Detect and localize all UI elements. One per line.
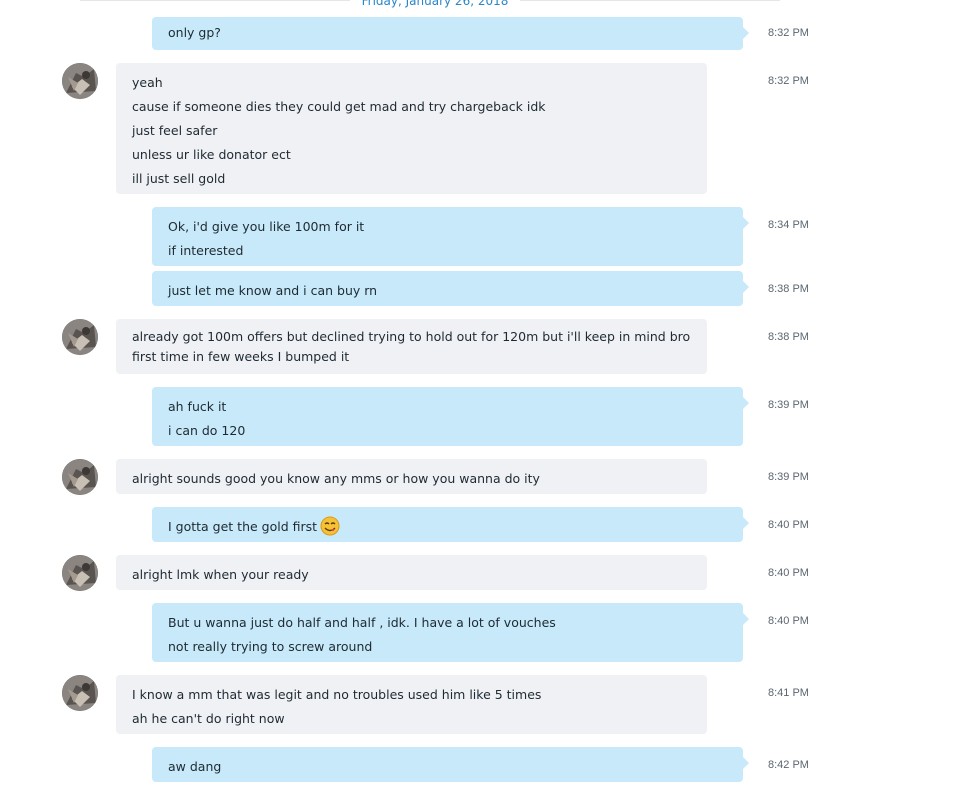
message-timestamp: 8:40 PM (768, 519, 809, 531)
outgoing-message-bubble[interactable]: just let me know and i can buy rn (152, 271, 749, 306)
avatar-image (62, 459, 98, 495)
message-text: just feel safer (132, 123, 218, 138)
message-timestamp: 8:39 PM (768, 471, 809, 483)
message-text: unless ur like donator ect (132, 147, 291, 162)
avatar[interactable] (62, 319, 98, 355)
outgoing-message-bubble[interactable]: aw dang (152, 747, 749, 782)
message-text: Ok, i'd give you like 100m for it (168, 219, 365, 234)
message-text: if interested (168, 243, 244, 258)
outgoing-message-bubble[interactable]: I gotta get the gold first (152, 507, 749, 542)
message-text: just let me know and i can buy rn (168, 283, 378, 298)
avatar[interactable] (62, 555, 98, 591)
avatar-image (62, 675, 98, 711)
message-text: yeah (132, 75, 163, 90)
message-timestamp: 8:40 PM (768, 567, 809, 579)
message-text: But u wanna just do half and half , idk.… (168, 615, 556, 630)
message-text: first time in few weeks I bumped it (132, 349, 350, 364)
avatar[interactable] (62, 459, 98, 495)
message-timestamp: 8:40 PM (768, 615, 809, 627)
message-text: not really trying to screw around (168, 639, 373, 654)
incoming-message-bubble[interactable]: yeah cause if someone dies they could ge… (116, 63, 707, 194)
message-timestamp: 8:41 PM (768, 687, 809, 699)
date-header-label: Friday, January 26, 2018 (361, 0, 509, 8)
avatar-image (62, 63, 98, 99)
outgoing-message-bubble[interactable]: ah fuck it i can do 120 (152, 387, 749, 446)
yum-face-emoji-icon (320, 516, 340, 536)
message-timestamp: 8:32 PM (768, 27, 809, 39)
message-text: aw dang (168, 759, 222, 774)
message-text: ah he can't do right now (132, 711, 285, 726)
message-timestamp: 8:38 PM (768, 283, 809, 295)
message-timestamp: 8:34 PM (768, 219, 809, 231)
incoming-message-bubble[interactable]: I know a mm that was legit and no troubl… (116, 675, 707, 734)
message-timestamp: 8:38 PM (768, 331, 809, 343)
message-text: ah fuck it (168, 399, 227, 414)
avatar[interactable] (62, 63, 98, 99)
message-text: only gp? (168, 25, 221, 40)
avatar-image (62, 319, 98, 355)
message-text: alright lmk when your ready (132, 567, 309, 582)
message-timestamp: 8:42 PM (768, 759, 809, 771)
avatar[interactable] (62, 675, 98, 711)
date-header: Friday, January 26, 2018 (0, 0, 870, 8)
message-text: I gotta get the gold first (168, 519, 318, 534)
message-timestamp: 8:39 PM (768, 399, 809, 411)
incoming-message-bubble[interactable]: already got 100m offers but declined try… (116, 319, 707, 374)
avatar-image (62, 555, 98, 591)
message-text: I know a mm that was legit and no troubl… (132, 687, 542, 702)
message-text: i can do 120 (168, 423, 246, 438)
incoming-message-bubble[interactable]: alright sounds good you know any mms or … (116, 459, 707, 494)
message-text: already got 100m offers but declined try… (132, 329, 691, 344)
outgoing-message-bubble[interactable]: Ok, i'd give you like 100m for it if int… (152, 207, 749, 266)
incoming-message-bubble[interactable]: alright lmk when your ready (116, 555, 707, 590)
message-text: ill just sell gold (132, 171, 226, 186)
outgoing-message-bubble[interactable]: only gp? (152, 17, 749, 50)
message-text: alright sounds good you know any mms or … (132, 471, 540, 486)
outgoing-message-bubble[interactable]: But u wanna just do half and half , idk.… (152, 603, 749, 662)
message-timestamp: 8:32 PM (768, 75, 809, 87)
message-text: cause if someone dies they could get mad… (132, 99, 546, 114)
